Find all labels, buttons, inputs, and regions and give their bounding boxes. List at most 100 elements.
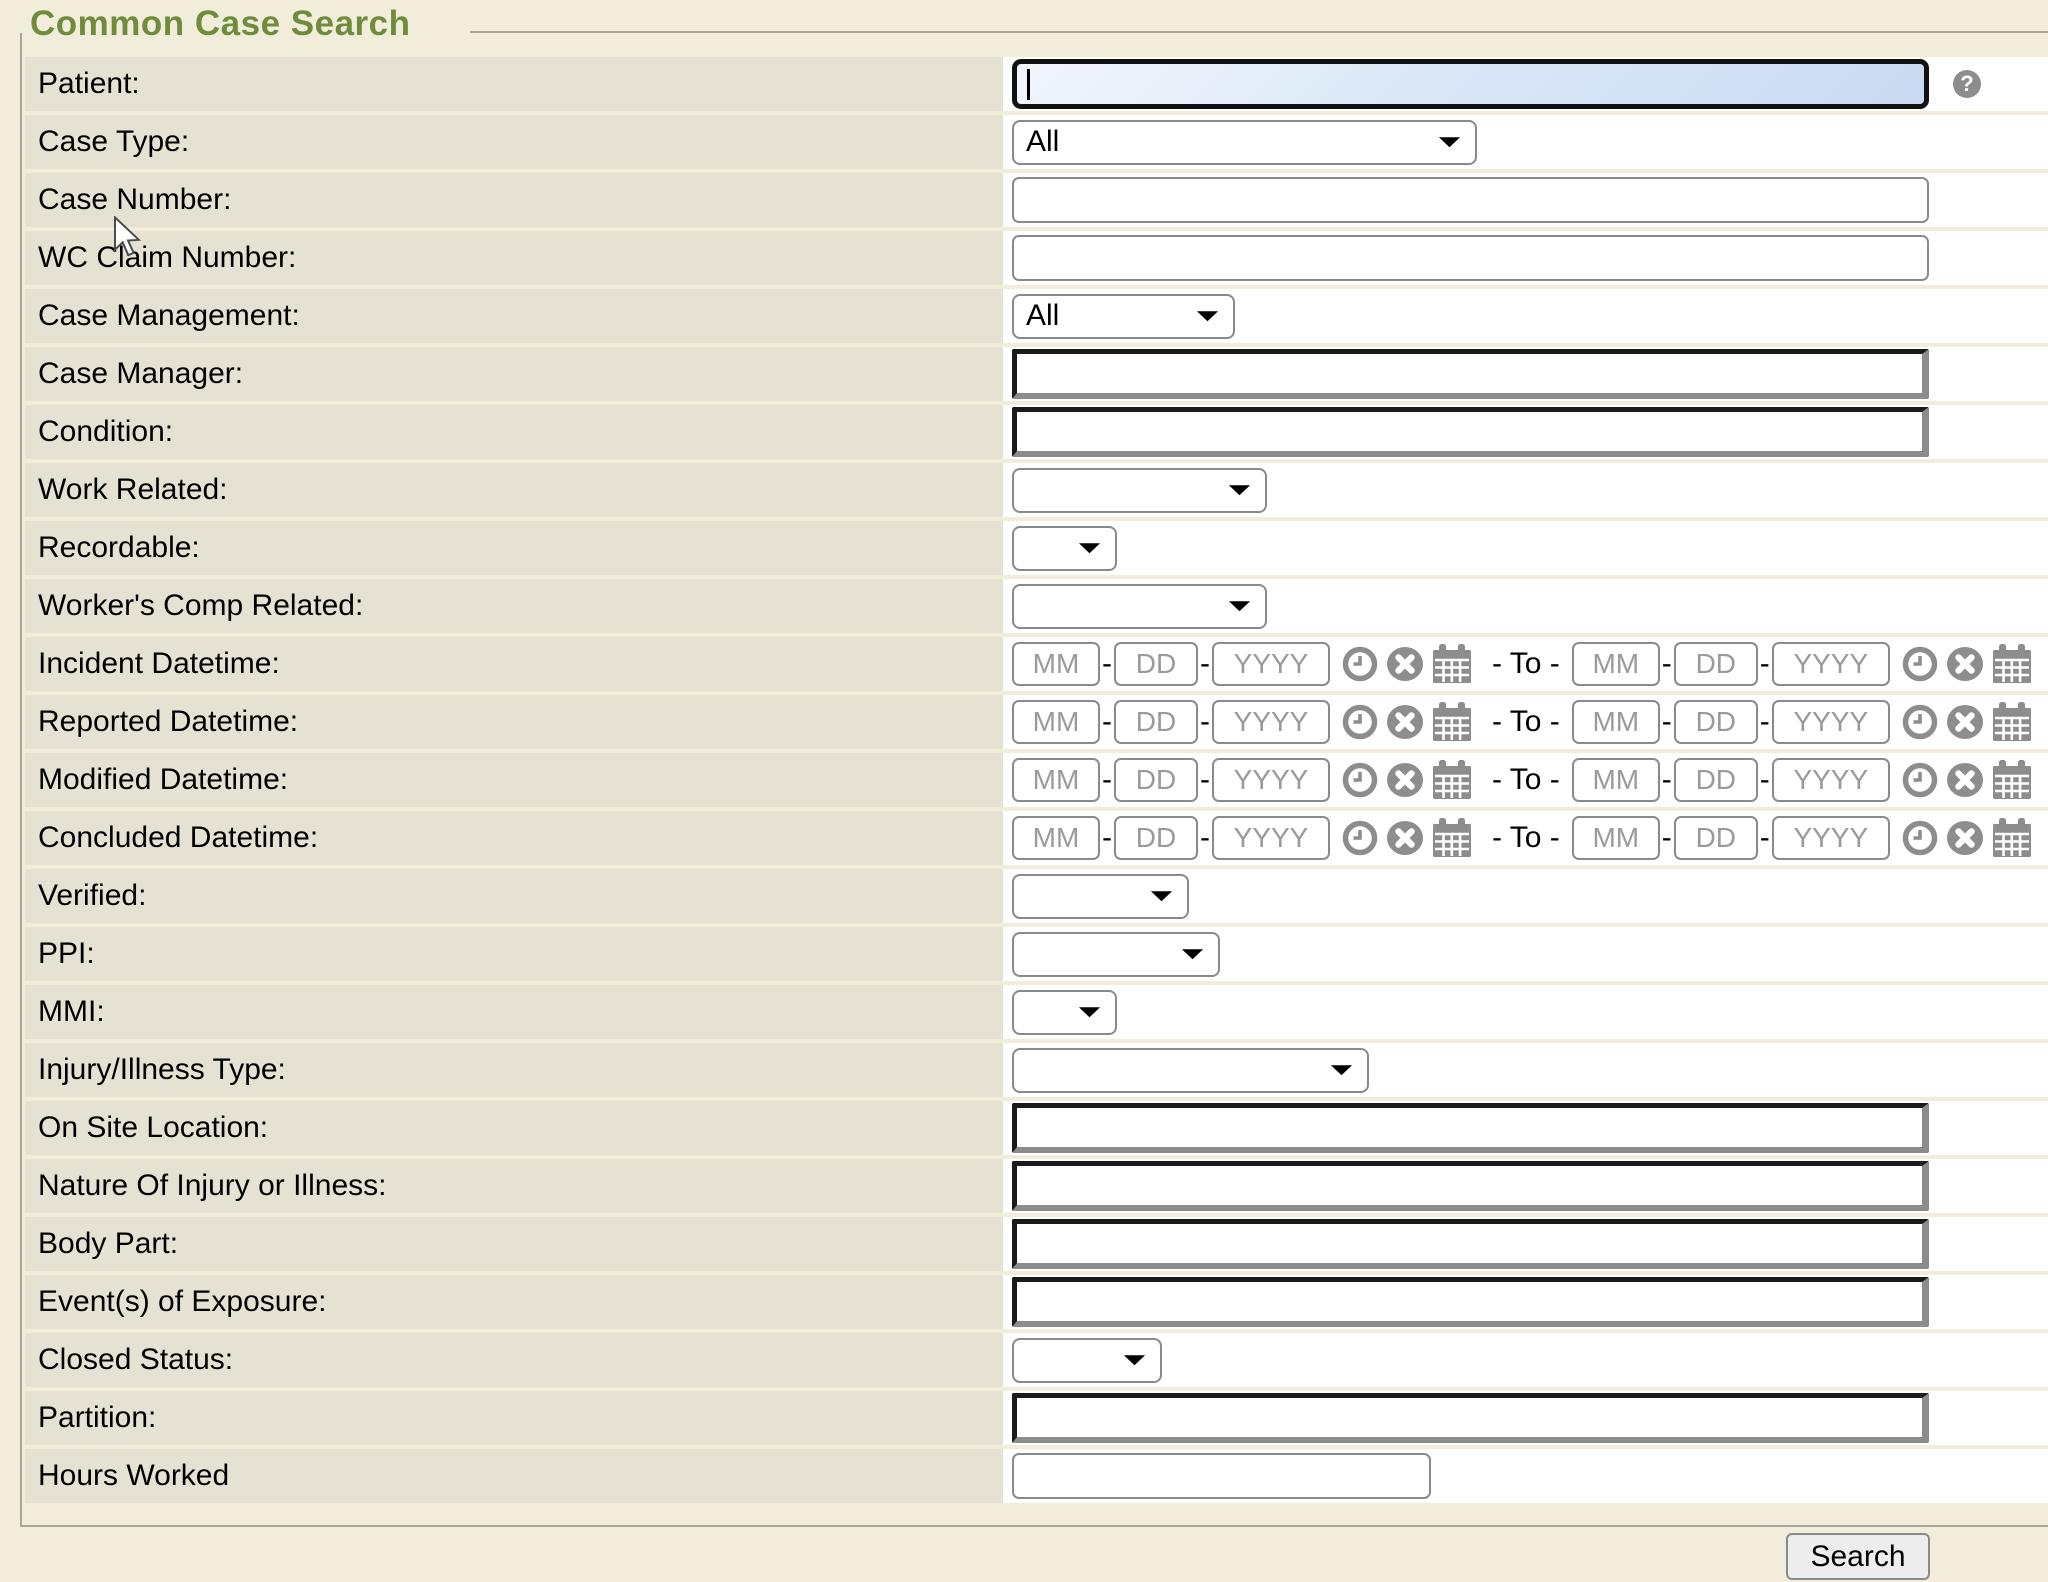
- form-row-recordable: Recordable:: [25, 521, 2048, 575]
- search-button[interactable]: Search: [1786, 1533, 1930, 1580]
- work-related-select[interactable]: [1012, 468, 1267, 513]
- form-row-case-management: Case Management: All: [25, 289, 2048, 343]
- chevron-down-icon: [1149, 889, 1174, 904]
- clear-date-icon[interactable]: [1386, 762, 1424, 798]
- time-picker-icon[interactable]: [1902, 704, 1938, 740]
- patient-input[interactable]: [1012, 59, 1929, 109]
- wc-claim-number-input[interactable]: [1012, 235, 1929, 281]
- time-picker-icon[interactable]: [1342, 704, 1378, 740]
- concluded-to-day-input[interactable]: [1674, 816, 1758, 860]
- time-picker-icon[interactable]: [1902, 762, 1938, 798]
- ppi-label: PPI:: [25, 927, 1003, 981]
- form-row-concluded-datetime: Concluded Datetime: - - - To - - -: [25, 811, 2048, 865]
- case-manager-label: Case Manager:: [25, 347, 1003, 401]
- mmi-select[interactable]: [1012, 990, 1117, 1035]
- calendar-icon[interactable]: [1432, 760, 1472, 800]
- form-row-condition: Condition:: [25, 405, 2048, 459]
- clear-date-icon[interactable]: [1946, 820, 1984, 856]
- calendar-icon[interactable]: [1992, 818, 2032, 858]
- reported-datetime-label: Reported Datetime:: [25, 695, 1003, 749]
- mmi-label: MMI:: [25, 985, 1003, 1039]
- incident-to-day-input[interactable]: [1674, 642, 1758, 686]
- form-row-mmi: MMI:: [25, 985, 2048, 1039]
- case-management-select[interactable]: All: [1012, 294, 1235, 339]
- form-row-modified-datetime: Modified Datetime: - - - To - - -: [25, 753, 2048, 807]
- case-type-select[interactable]: All: [1012, 120, 1477, 165]
- time-picker-icon[interactable]: [1902, 646, 1938, 682]
- range-separator: - To -: [1492, 763, 1560, 797]
- incident-datetime-label: Incident Datetime:: [25, 637, 1003, 691]
- case-management-label: Case Management:: [25, 289, 1003, 343]
- partition-input[interactable]: [1012, 1393, 1929, 1443]
- case-manager-input[interactable]: [1012, 349, 1929, 399]
- clear-date-icon[interactable]: [1946, 704, 1984, 740]
- modified-from-month-input[interactable]: [1012, 758, 1100, 802]
- incident-from-day-input[interactable]: [1114, 642, 1198, 686]
- calendar-icon[interactable]: [1432, 818, 1472, 858]
- calendar-icon[interactable]: [1992, 644, 2032, 684]
- concluded-to-month-input[interactable]: [1572, 816, 1660, 860]
- injury-illness-type-label: Injury/Illness Type:: [25, 1043, 1003, 1097]
- on-site-location-input[interactable]: [1012, 1103, 1929, 1153]
- modified-to-day-input[interactable]: [1674, 758, 1758, 802]
- verified-select[interactable]: [1012, 874, 1189, 919]
- calendar-icon[interactable]: [1432, 644, 1472, 684]
- incident-to-year-input[interactable]: [1772, 642, 1890, 686]
- form-row-closed-status: Closed Status:: [25, 1333, 2048, 1387]
- clear-date-icon[interactable]: [1386, 646, 1424, 682]
- incident-from-year-input[interactable]: [1212, 642, 1330, 686]
- on-site-location-label: On Site Location:: [25, 1101, 1003, 1155]
- time-picker-icon[interactable]: [1902, 820, 1938, 856]
- chevron-down-icon: [1195, 309, 1220, 324]
- recordable-label: Recordable:: [25, 521, 1003, 575]
- events-of-exposure-input[interactable]: [1012, 1277, 1929, 1327]
- ppi-select[interactable]: [1012, 932, 1220, 977]
- reported-to-day-input[interactable]: [1674, 700, 1758, 744]
- time-picker-icon[interactable]: [1342, 762, 1378, 798]
- incident-to-month-input[interactable]: [1572, 642, 1660, 686]
- condition-input[interactable]: [1012, 407, 1929, 457]
- hours-worked-input[interactable]: [1012, 1453, 1431, 1499]
- form-row-events-of-exposure: Event(s) of Exposure:: [25, 1275, 2048, 1329]
- chevron-down-icon: [1077, 541, 1102, 556]
- reported-from-year-input[interactable]: [1212, 700, 1330, 744]
- modified-from-year-input[interactable]: [1212, 758, 1330, 802]
- closed-status-select[interactable]: [1012, 1338, 1162, 1383]
- calendar-icon[interactable]: [1432, 702, 1472, 742]
- selected-value: All: [1026, 125, 1059, 159]
- body-part-input[interactable]: [1012, 1219, 1929, 1269]
- range-separator: - To -: [1492, 705, 1560, 739]
- hours-worked-label: Hours Worked: [25, 1449, 1003, 1503]
- modified-to-month-input[interactable]: [1572, 758, 1660, 802]
- reported-to-year-input[interactable]: [1772, 700, 1890, 744]
- modified-from-day-input[interactable]: [1114, 758, 1198, 802]
- form-row-case-type: Case Type: All: [25, 115, 2048, 169]
- clear-date-icon[interactable]: [1386, 704, 1424, 740]
- concluded-from-day-input[interactable]: [1114, 816, 1198, 860]
- clear-date-icon[interactable]: [1946, 646, 1984, 682]
- nature-of-injury-input[interactable]: [1012, 1161, 1929, 1211]
- time-picker-icon[interactable]: [1342, 820, 1378, 856]
- chevron-down-icon: [1227, 599, 1252, 614]
- reported-datetime-range: - - - To - - -: [1012, 700, 2048, 744]
- clear-date-icon[interactable]: [1386, 820, 1424, 856]
- form-row-nature-of-injury: Nature Of Injury or Illness:: [25, 1159, 2048, 1213]
- help-icon[interactable]: ?: [1953, 70, 1981, 98]
- calendar-icon[interactable]: [1992, 760, 2032, 800]
- modified-to-year-input[interactable]: [1772, 758, 1890, 802]
- time-picker-icon[interactable]: [1342, 646, 1378, 682]
- reported-from-month-input[interactable]: [1012, 700, 1100, 744]
- workers-comp-related-select[interactable]: [1012, 584, 1267, 629]
- clear-date-icon[interactable]: [1946, 762, 1984, 798]
- incident-from-month-input[interactable]: [1012, 642, 1100, 686]
- chevron-down-icon: [1122, 1353, 1147, 1368]
- calendar-icon[interactable]: [1992, 702, 2032, 742]
- reported-to-month-input[interactable]: [1572, 700, 1660, 744]
- case-number-input[interactable]: [1012, 177, 1929, 223]
- recordable-select[interactable]: [1012, 526, 1117, 571]
- injury-illness-type-select[interactable]: [1012, 1048, 1369, 1093]
- reported-from-day-input[interactable]: [1114, 700, 1198, 744]
- concluded-from-year-input[interactable]: [1212, 816, 1330, 860]
- concluded-from-month-input[interactable]: [1012, 816, 1100, 860]
- concluded-to-year-input[interactable]: [1772, 816, 1890, 860]
